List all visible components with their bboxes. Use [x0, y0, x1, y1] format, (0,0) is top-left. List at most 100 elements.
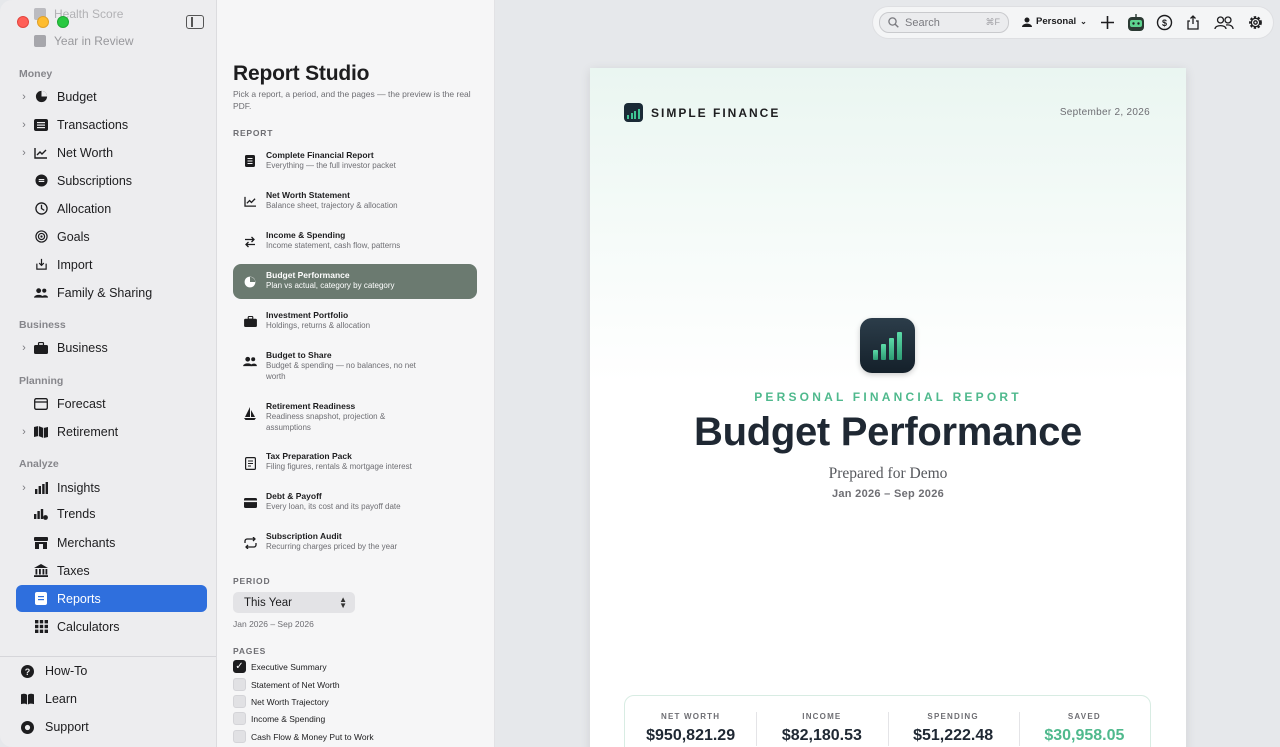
storefront-icon [34, 536, 48, 550]
section-label-analyze: Analyze [19, 458, 59, 470]
subscriptions-icon [34, 174, 48, 188]
year-in-review-icon [34, 35, 46, 47]
page-checkbox-statement-net-worth[interactable]: Statement of Net Worth [233, 678, 340, 691]
profile-switcher[interactable]: Personal ⌄ [1022, 16, 1087, 27]
checkbox[interactable] [233, 712, 246, 725]
period-range: Jan 2026 – Sep 2026 [233, 619, 314, 629]
sidebar-item-taxes[interactable]: Taxes [16, 557, 207, 584]
report-title: Budget Performance [693, 410, 1083, 454]
map-icon [34, 425, 48, 439]
sidebar-item-forecast[interactable]: Forecast [16, 390, 207, 417]
bank-icon [34, 564, 48, 578]
credit-card-icon [243, 491, 257, 508]
app-logo-icon [860, 318, 915, 373]
close-window-button[interactable] [17, 16, 29, 28]
list-icon [34, 118, 48, 132]
repeat-icon [243, 531, 257, 549]
sidebar-item-merchants[interactable]: Merchants [16, 529, 207, 556]
sidebar-item-family-sharing[interactable]: Family & Sharing [16, 279, 207, 306]
add-icon[interactable] [1098, 13, 1117, 32]
report-option-debt[interactable]: Debt & Payoff Every loan, its cost and it… [233, 485, 477, 521]
search-icon [888, 17, 899, 28]
sidebar-item-business[interactable]: › Business [16, 334, 207, 361]
line-chart-icon [34, 146, 48, 160]
chevron-right-icon[interactable]: › [16, 482, 32, 494]
sidebar-toggle-icon[interactable] [186, 15, 204, 29]
checkmark-icon[interactable]: ✓ [233, 660, 246, 673]
calculator-grid-icon [34, 620, 48, 634]
sidebar-item-transactions[interactable]: › Transactions [16, 111, 207, 138]
target-icon [34, 230, 48, 244]
sidebar-item-support[interactable]: Support [21, 720, 89, 734]
sidebar-item-allocation[interactable]: Allocation [16, 195, 207, 222]
pie-chart-icon [243, 270, 257, 288]
summary-stats: NET WORTH $950,821.29 INCOME $82,180.53 SP… [624, 695, 1151, 747]
stat-saved: SAVED $30,958.05 [1018, 696, 1150, 747]
sidebar-item-subscriptions[interactable]: Subscriptions [16, 167, 207, 194]
briefcase-icon [243, 310, 257, 327]
section-label-planning: Planning [19, 375, 64, 387]
sidebar-item-retirement[interactable]: › Retirement [16, 418, 207, 445]
currency-history-icon[interactable]: $ [1155, 13, 1174, 32]
people-icon [243, 350, 257, 367]
briefcase-icon [34, 341, 48, 355]
sidebar-item-howto[interactable]: ? How-To [21, 664, 87, 678]
report-option-retirement[interactable]: Retirement Readiness Readiness snapshot, … [233, 395, 477, 441]
share-icon[interactable] [1183, 13, 1202, 32]
chevron-right-icon[interactable]: › [16, 147, 32, 159]
chevron-right-icon[interactable]: › [16, 342, 32, 354]
report-option-net-worth[interactable]: Net Worth Statement Balance sheet, trajec… [233, 184, 477, 220]
period-select[interactable]: This Year ▲ ▼ [233, 592, 355, 613]
checkbox[interactable] [233, 730, 246, 743]
report-range: Jan 2026 – Sep 2026 [831, 488, 945, 500]
brand: SIMPLE FINANCE [624, 103, 780, 122]
sidebar-item-calculators[interactable]: Calculators [16, 613, 207, 640]
search-input[interactable]: Search ⌘F [879, 12, 1009, 33]
checkbox[interactable] [233, 678, 246, 691]
report-option-budget-share[interactable]: Budget to Share Budget & spending — no ba… [233, 344, 477, 390]
page-checkbox-cash-flow[interactable]: Cash Flow & Money Put to Work [233, 730, 374, 743]
lifebuoy-icon [21, 720, 34, 734]
report-option-tax[interactable]: Tax Preparation Pack Filing figures, rent… [233, 445, 477, 481]
sidebar-item-reports[interactable]: Reports [16, 585, 207, 612]
page-checkbox-executive-summary[interactable]: ✓ Executive Summary [233, 660, 327, 673]
import-icon [34, 258, 48, 272]
period-caption: PERIOD [233, 576, 271, 586]
report-option-budget-performance[interactable]: Budget Performance Plan vs actual, catego… [233, 264, 477, 299]
people-icon [34, 286, 48, 300]
chevron-right-icon[interactable]: › [16, 119, 32, 131]
zoom-window-button[interactable] [57, 16, 69, 28]
page-checkbox-net-worth-trajectory[interactable]: Net Worth Trajectory [233, 695, 329, 708]
page-title: Report Studio [233, 62, 370, 85]
sidebar-item-budget[interactable]: › Budget [16, 83, 207, 110]
brand-name: SIMPLE FINANCE [651, 105, 781, 120]
gear-icon[interactable] [1246, 13, 1265, 32]
sidebar-item-goals[interactable]: Goals [16, 223, 207, 250]
sidebar-item-net-worth[interactable]: › Net Worth [16, 139, 207, 166]
chevron-right-icon[interactable]: › [16, 426, 32, 438]
svg-text:$: $ [1162, 18, 1167, 28]
bar-chart-icon [34, 481, 48, 495]
assistant-robot-icon[interactable] [1126, 13, 1145, 32]
checkbox[interactable] [233, 695, 246, 708]
report-kicker: PERSONAL FINANCIAL REPORT [754, 390, 1022, 404]
report-option-income-spending[interactable]: Income & Spending Income statement, cash … [233, 224, 477, 260]
document-icon [243, 150, 257, 167]
sidebar-item-insights[interactable]: › Insights [16, 474, 207, 501]
stat-spending: SPENDING $51,222.48 [887, 696, 1019, 747]
minimize-window-button[interactable] [37, 16, 49, 28]
sidebar-item-trends[interactable]: Trends [16, 500, 207, 527]
sidebar-item-import[interactable]: Import [16, 251, 207, 278]
page-checkbox-income-spending[interactable]: Income & Spending [233, 712, 325, 725]
report-option-complete[interactable]: Complete Financial Report Everything — th… [233, 144, 477, 180]
report-option-subscription-audit[interactable]: Subscription Audit Recurring charges pric… [233, 525, 477, 561]
person-icon [1022, 17, 1032, 27]
report-option-investment[interactable]: Investment Portfolio Holdings, returns & … [233, 304, 477, 340]
people-icon[interactable] [1213, 13, 1235, 32]
chevron-updown-icon: ▲ ▼ [339, 594, 347, 610]
book-icon [21, 693, 34, 706]
sidebar-item-learn[interactable]: Learn [21, 692, 77, 706]
chevron-right-icon[interactable]: › [16, 91, 32, 103]
sidebar-item-year-in-review[interactable]: Year in Review [34, 34, 134, 48]
report-date: September 2, 2026 [1059, 107, 1150, 118]
